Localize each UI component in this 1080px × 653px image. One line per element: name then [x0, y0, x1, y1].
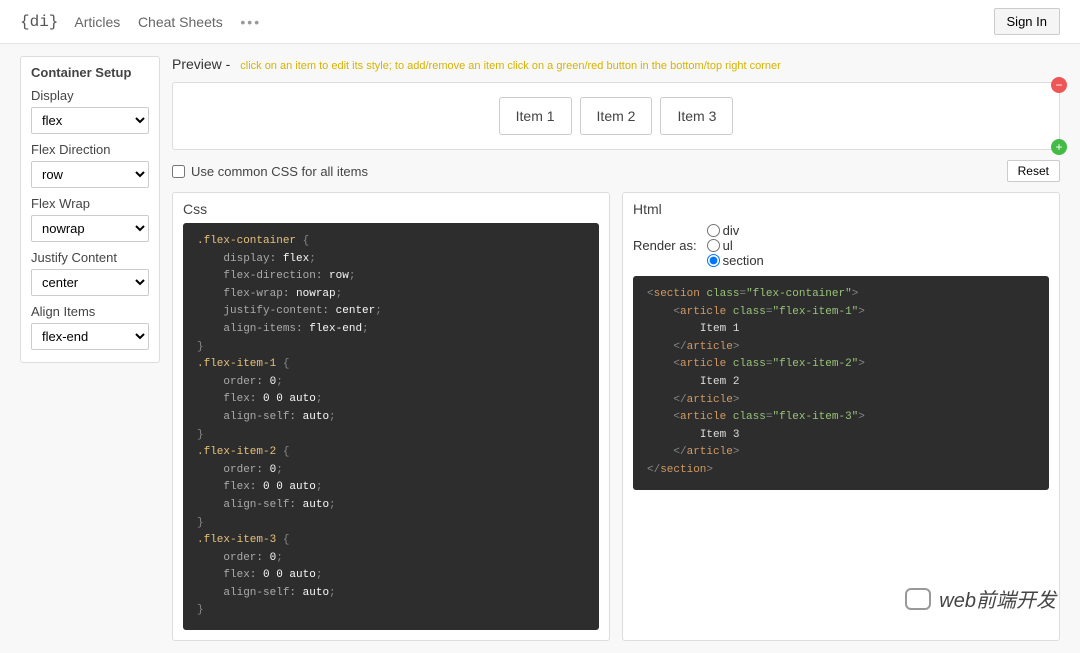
sidebar-title: Container Setup	[31, 65, 149, 80]
add-item-button[interactable]: +	[1051, 139, 1067, 155]
nav-cheatsheets[interactable]: Cheat Sheets	[138, 14, 223, 30]
common-css-label[interactable]: Use common CSS for all items	[172, 164, 368, 179]
preview-hint: click on an item to edit its style; to a…	[240, 60, 781, 72]
nav: Articles Cheat Sheets •••	[74, 14, 275, 30]
render-radio-ul[interactable]	[707, 239, 720, 252]
render-option-section[interactable]: section	[707, 253, 764, 268]
common-css-checkbox[interactable]	[172, 165, 185, 178]
render-as-row: Render as: divulsection	[633, 223, 1049, 268]
flex-wrap-label: Flex Wrap	[31, 196, 149, 211]
render-radio-div[interactable]	[707, 224, 720, 237]
render-option-div[interactable]: div	[707, 223, 764, 238]
html-panel: Html Render as: divulsection <section cl…	[622, 192, 1060, 641]
justify-content-label: Justify Content	[31, 250, 149, 265]
nav-more[interactable]: •••	[240, 14, 261, 30]
preview-box: − Item 1 Item 2 Item 3 +	[172, 82, 1060, 150]
css-panel-title: Css	[183, 201, 599, 217]
justify-content-select[interactable]: center	[31, 269, 149, 296]
css-code: .flex-container { display: flex; flex-di…	[183, 223, 599, 630]
render-option-ul[interactable]: ul	[707, 238, 764, 253]
css-panel: Css .flex-container { display: flex; fle…	[172, 192, 610, 641]
remove-item-button[interactable]: −	[1051, 77, 1067, 93]
display-select[interactable]: flex	[31, 107, 149, 134]
sign-in-button[interactable]: Sign In	[994, 8, 1060, 35]
reset-button[interactable]: Reset	[1007, 160, 1060, 182]
render-radio-section[interactable]	[707, 254, 720, 267]
topbar: {di} Articles Cheat Sheets ••• Sign In	[0, 0, 1080, 44]
preview-item[interactable]: Item 3	[660, 97, 733, 135]
align-items-label: Align Items	[31, 304, 149, 319]
container-setup-panel: Container Setup Display flex Flex Direct…	[20, 56, 160, 363]
preview-heading: Preview - click on an item to edit its s…	[172, 56, 1060, 72]
preview-title: Preview -	[172, 56, 230, 72]
html-code: <section class="flex-container"> <articl…	[633, 276, 1049, 490]
logo: {di}	[20, 13, 58, 31]
preview-item[interactable]: Item 1	[499, 97, 572, 135]
flex-direction-select[interactable]: row	[31, 161, 149, 188]
nav-articles[interactable]: Articles	[74, 14, 120, 30]
render-as-label: Render as:	[633, 238, 697, 253]
common-css-text: Use common CSS for all items	[191, 164, 368, 179]
html-panel-title: Html	[633, 201, 1049, 217]
display-label: Display	[31, 88, 149, 103]
flex-direction-label: Flex Direction	[31, 142, 149, 157]
flex-wrap-select[interactable]: nowrap	[31, 215, 149, 242]
preview-toolbar: Use common CSS for all items Reset	[172, 160, 1060, 182]
align-items-select[interactable]: flex-end	[31, 323, 149, 350]
preview-item[interactable]: Item 2	[580, 97, 653, 135]
